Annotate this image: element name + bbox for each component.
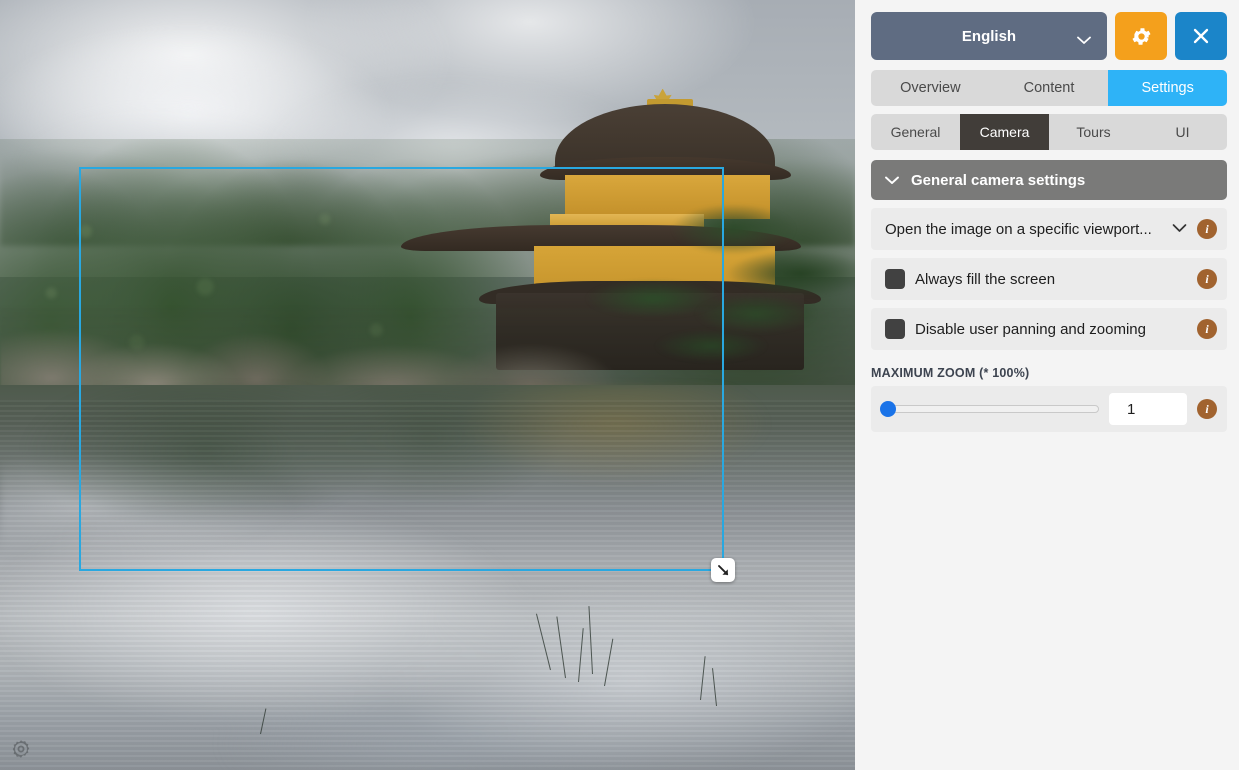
- always-fill-screen-row[interactable]: Always fill the screen i: [871, 258, 1227, 300]
- info-icon[interactable]: i: [1197, 399, 1217, 419]
- settings-subtab-bar: General Camera Tours UI: [871, 114, 1227, 150]
- disable-pan-zoom-checkbox[interactable]: [885, 319, 905, 339]
- main-tab-bar: Overview Content Settings: [871, 70, 1227, 106]
- disable-pan-zoom-label: Disable user panning and zooming: [915, 321, 1187, 338]
- close-button[interactable]: [1175, 12, 1227, 60]
- info-icon[interactable]: i: [1197, 269, 1217, 289]
- section-title: General camera settings: [911, 172, 1085, 189]
- maximum-zoom-slider[interactable]: [881, 405, 1099, 413]
- maximum-zoom-input[interactable]: [1109, 393, 1187, 425]
- settings-panel: English Overview Content Settings: [855, 0, 1239, 770]
- gear-icon: [10, 738, 32, 760]
- subtab-ui[interactable]: UI: [1138, 114, 1227, 150]
- selection-resize-handle[interactable]: [711, 558, 735, 582]
- maximum-zoom-row: i: [871, 386, 1227, 432]
- language-selector-label: English: [962, 28, 1016, 45]
- chevron-down-icon[interactable]: [1172, 220, 1187, 238]
- subtab-tours[interactable]: Tours: [1049, 114, 1138, 150]
- tab-overview[interactable]: Overview: [871, 70, 990, 106]
- tab-content[interactable]: Content: [990, 70, 1109, 106]
- application-window: English Overview Content Settings: [0, 0, 1239, 770]
- gear-icon: [1130, 25, 1153, 48]
- panel-header: English: [871, 12, 1227, 60]
- chevron-down-icon: [1077, 32, 1091, 49]
- language-selector[interactable]: English: [871, 12, 1107, 60]
- section-header-general-camera-settings[interactable]: General camera settings: [871, 160, 1227, 200]
- resize-arrow-icon: [716, 563, 731, 578]
- close-icon: [1191, 26, 1211, 46]
- maximum-zoom-slider-thumb[interactable]: [880, 401, 896, 417]
- subtab-general[interactable]: General: [871, 114, 960, 150]
- always-fill-screen-label: Always fill the screen: [915, 271, 1187, 288]
- tab-settings[interactable]: Settings: [1108, 70, 1227, 106]
- viewport-dropdown-label: Open the image on a specific viewport...: [885, 221, 1162, 238]
- disable-pan-zoom-row[interactable]: Disable user panning and zooming i: [871, 308, 1227, 350]
- info-icon[interactable]: i: [1197, 319, 1217, 339]
- always-fill-screen-checkbox[interactable]: [885, 269, 905, 289]
- subtab-camera[interactable]: Camera: [960, 114, 1049, 150]
- image-viewer[interactable]: [0, 0, 855, 770]
- info-icon[interactable]: i: [1197, 219, 1217, 239]
- viewer-settings-gear-icon[interactable]: [10, 738, 32, 760]
- maximum-zoom-caption: MAXIMUM ZOOM (* 100%): [871, 366, 1227, 380]
- viewport-selection-rectangle[interactable]: [79, 167, 724, 571]
- chevron-down-icon: [885, 172, 899, 189]
- viewport-dropdown-row[interactable]: Open the image on a specific viewport...…: [871, 208, 1227, 250]
- settings-gear-button[interactable]: [1115, 12, 1167, 60]
